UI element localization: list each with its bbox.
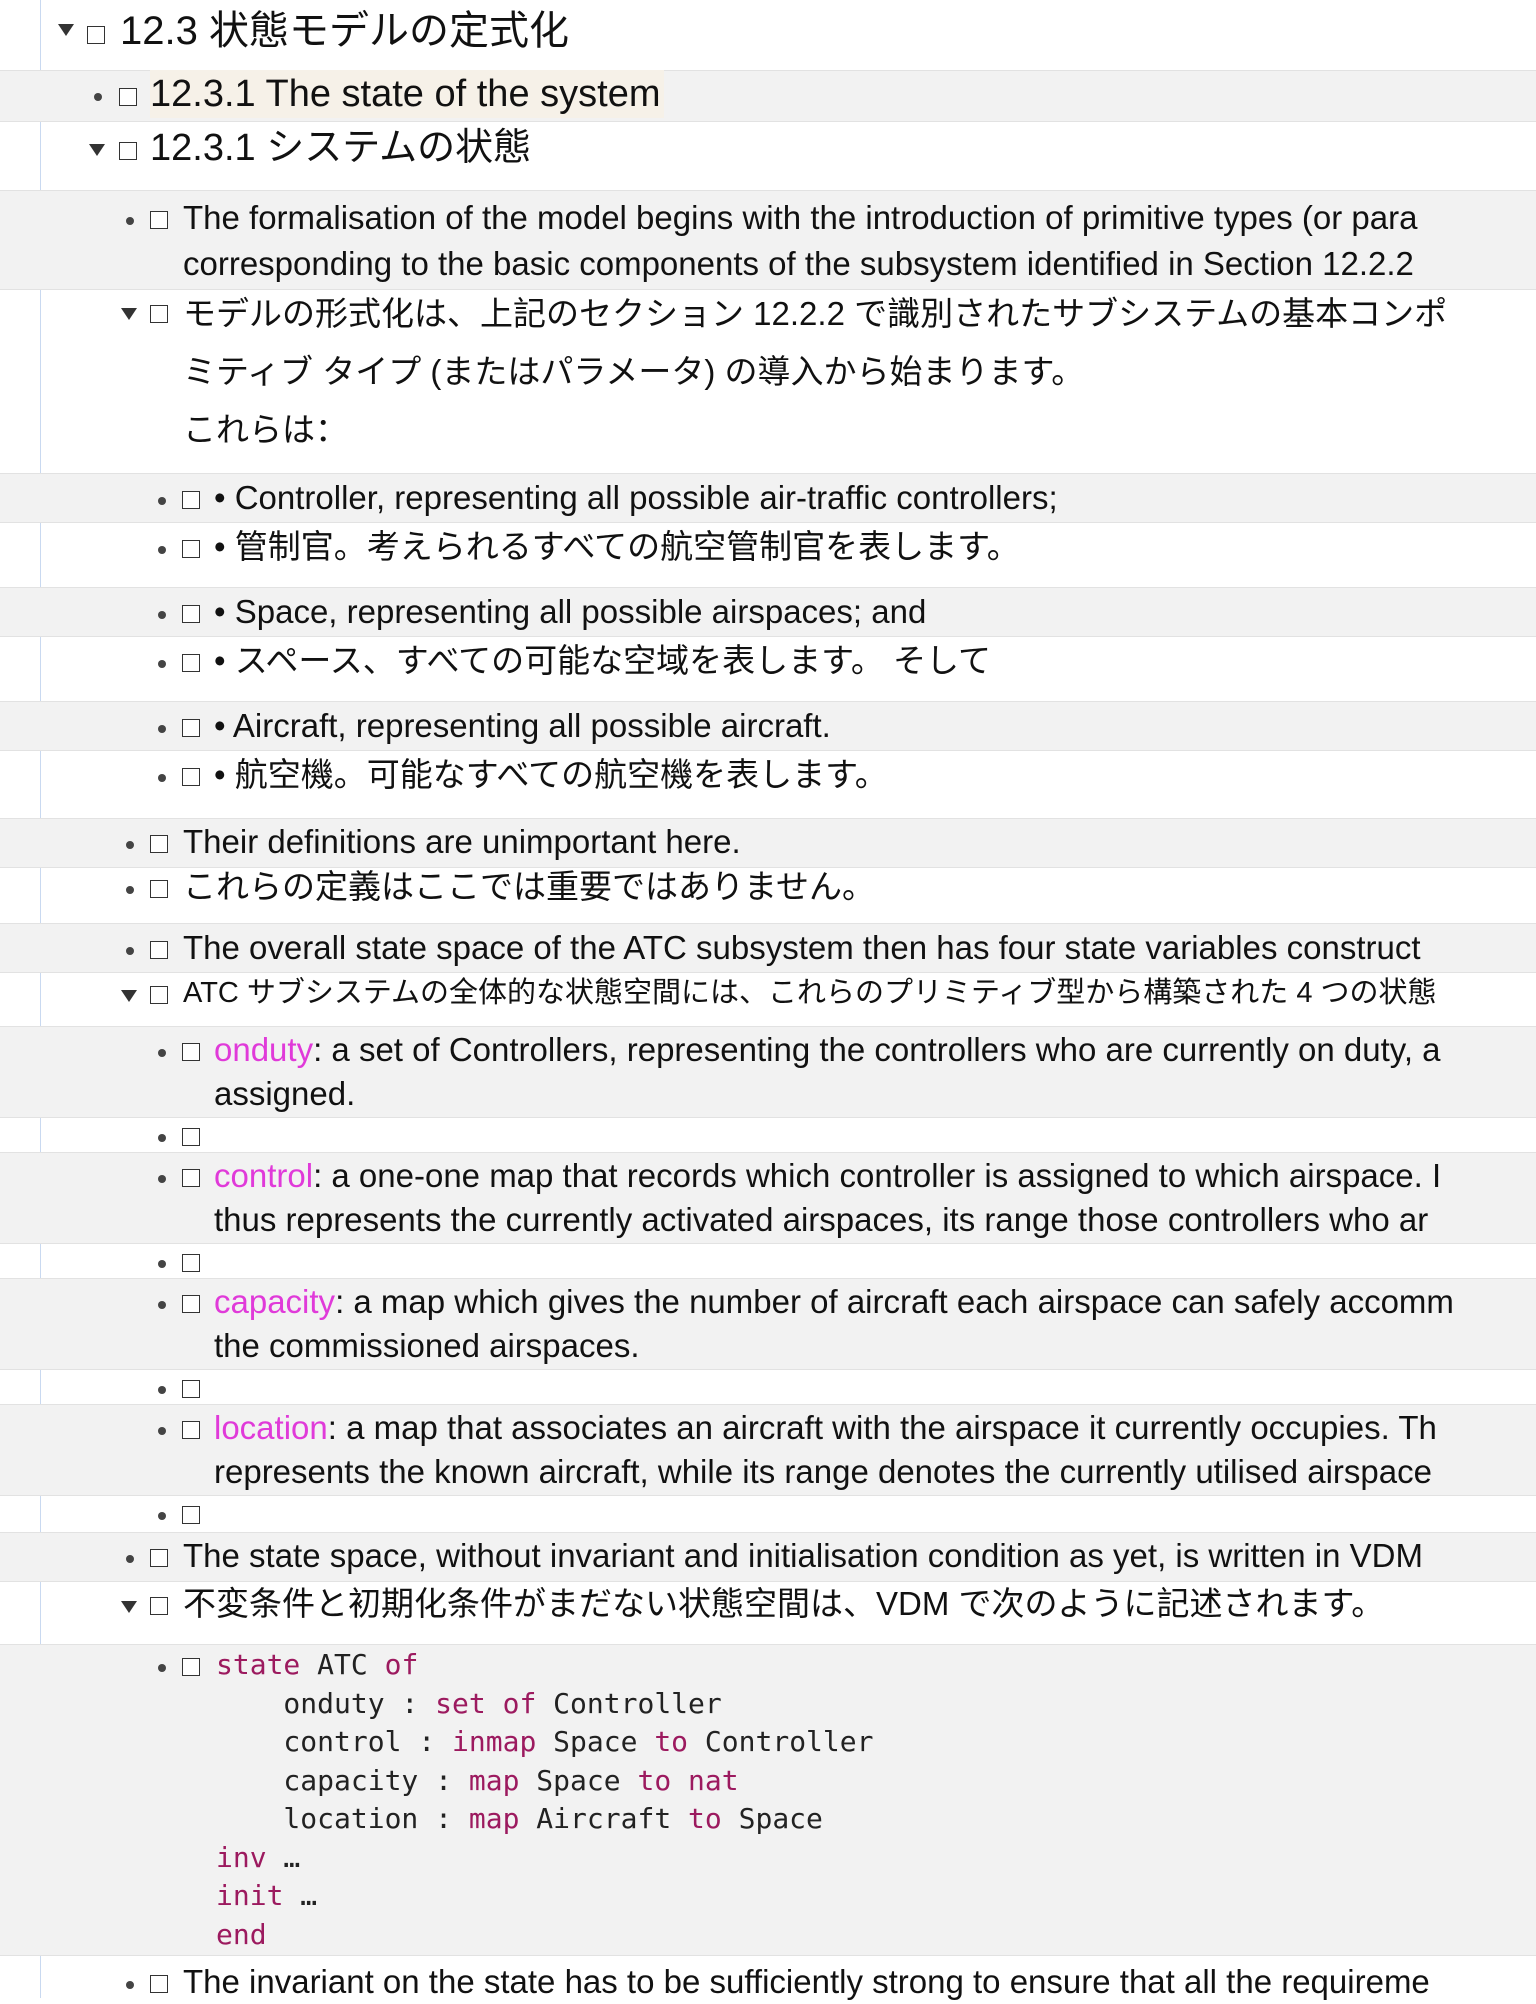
row-text: これらは： <box>183 411 348 448</box>
row-checkbox[interactable] <box>87 26 105 44</box>
row-text: the commissioned airspaces. <box>214 1327 640 1364</box>
bullet-icon <box>126 1981 134 1989</box>
row-checkbox[interactable] <box>182 1295 200 1313</box>
bullet-icon <box>158 1134 166 1142</box>
row-checkbox[interactable] <box>182 1506 200 1524</box>
row-checkbox[interactable] <box>182 540 200 558</box>
row-checkbox[interactable] <box>182 768 200 786</box>
keyword: onduty <box>214 1031 314 1068</box>
row-checkbox[interactable] <box>150 1597 168 1615</box>
disclosure-triangle-icon[interactable] <box>121 990 137 1002</box>
heading-text: 12.3.1 システムの状態 <box>150 127 532 169</box>
disclosure-triangle-icon[interactable] <box>89 144 105 156</box>
row-checkbox[interactable] <box>182 1380 200 1398</box>
row-text: onduty: a set of Controllers, representi… <box>214 1031 1441 1068</box>
row-text: represents the known aircraft, while its… <box>214 1453 1432 1490</box>
row-checkbox[interactable] <box>150 941 168 959</box>
bullet-icon <box>158 1386 166 1394</box>
bullet-icon <box>126 1555 134 1563</box>
heading-text: 12.3 状態モデルの定式化 <box>120 9 569 53</box>
row-checkbox[interactable] <box>150 211 168 229</box>
row-text: Their definitions are unimportant here. <box>183 823 741 860</box>
row-checkbox[interactable] <box>182 1254 200 1272</box>
row-text: The invariant on the state has to be suf… <box>183 1963 1430 2000</box>
bullet-icon <box>158 725 166 733</box>
row-checkbox[interactable] <box>150 305 168 323</box>
row-checkbox[interactable] <box>182 654 200 672</box>
row-text: モデルの形式化は、上記のセクション 12.2.2 で識別されたサブシステムの基本… <box>183 295 1448 332</box>
keyword: capacity <box>214 1283 336 1320</box>
row-checkbox[interactable] <box>119 142 137 160</box>
disclosure-triangle-icon[interactable] <box>121 308 137 320</box>
bullet-icon <box>158 1664 166 1672</box>
row-text: thus represents the currently activated … <box>214 1201 1429 1238</box>
row-text: • Space, representing all possible airsp… <box>214 593 927 630</box>
row-checkbox[interactable] <box>182 719 200 737</box>
row-text: ATC サブシステムの全体的な状態空間には、これらのプリミティブ型から構築された… <box>183 977 1437 1009</box>
row-checkbox[interactable] <box>182 1128 200 1146</box>
bullet-icon <box>158 546 166 554</box>
bullet-icon <box>126 217 134 225</box>
bullet-icon <box>158 611 166 619</box>
row-checkbox[interactable] <box>182 1169 200 1187</box>
bullet-icon <box>158 1427 166 1435</box>
row-text: location: a map that associates an aircr… <box>214 1409 1437 1446</box>
row-text: • スペース、すべての可能な空域を表します。 そして <box>214 642 992 679</box>
bullet-icon <box>158 1301 166 1309</box>
row-checkbox[interactable] <box>119 88 137 106</box>
row-checkbox[interactable] <box>150 1975 168 1993</box>
row-text: The overall state space of the ATC subsy… <box>183 929 1421 966</box>
bullet-icon <box>158 1512 166 1520</box>
keyword: location <box>214 1409 328 1446</box>
row-text: The state space, without invariant and i… <box>183 1537 1423 1574</box>
row-checkbox[interactable] <box>150 835 168 853</box>
bullet-icon <box>126 886 134 894</box>
row-checkbox[interactable] <box>182 605 200 623</box>
bullet-icon <box>158 660 166 668</box>
row-text: corresponding to the basic components of… <box>183 245 1414 282</box>
row-text: • Aircraft, representing all possible ai… <box>214 707 831 744</box>
disclosure-triangle-icon[interactable] <box>58 24 74 36</box>
bullet-icon <box>126 947 134 955</box>
row-text: • Controller, representing all possible … <box>214 479 1058 516</box>
row-checkbox[interactable] <box>182 1421 200 1439</box>
row-text: assigned. <box>214 1075 356 1112</box>
row-text: control: a one-one map that records whic… <box>214 1157 1442 1194</box>
disclosure-triangle-icon[interactable] <box>121 1601 137 1613</box>
bullet-icon <box>94 93 102 101</box>
vdm-code-block: state ATC of onduty : set of Controller … <box>216 1648 874 1951</box>
bullet-icon <box>126 841 134 849</box>
keyword: control <box>214 1157 314 1194</box>
row-checkbox[interactable] <box>182 1658 200 1676</box>
bullet-icon <box>158 1049 166 1057</box>
row-text: ミティブ タイプ (またはパラメータ) の導入から始まります。 <box>183 353 1085 390</box>
row-checkbox[interactable] <box>150 1549 168 1567</box>
bullet-icon <box>158 1260 166 1268</box>
outline-view: 12.3 状態モデルの定式化 12.3.1 The state of the s… <box>0 0 1536 2000</box>
bullet-icon <box>158 774 166 782</box>
row-checkbox[interactable] <box>182 491 200 509</box>
row-text: The formalisation of the model begins wi… <box>183 199 1418 236</box>
row-text: • 航空機。可能なすべての航空機を表します。 <box>214 756 888 793</box>
row-text: 不変条件と初期化条件がまだない状態空間は、VDM で次のように記述されます。 <box>183 1585 1385 1622</box>
row-text: これらの定義はここでは重要ではありません。 <box>183 868 876 905</box>
heading-text: 12.3.1 The state of the system <box>150 70 665 118</box>
bullet-icon <box>158 1175 166 1183</box>
row-text: capacity: a map which gives the number o… <box>214 1283 1454 1320</box>
row-checkbox[interactable] <box>150 986 168 1004</box>
row-checkbox[interactable] <box>150 880 168 898</box>
row-text: • 管制官。考えられるすべての航空管制官を表します。 <box>214 528 1020 565</box>
row-checkbox[interactable] <box>182 1043 200 1061</box>
bullet-icon <box>158 497 166 505</box>
